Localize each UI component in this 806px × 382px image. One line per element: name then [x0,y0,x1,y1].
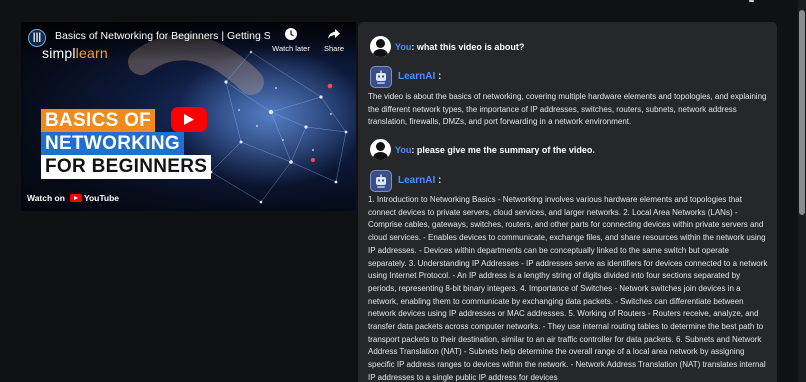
video-title[interactable]: Basics of Networking for Beginners | Get… [55,30,270,42]
user-question: : what this video is about? [411,42,525,52]
bot-name-colon: : [435,71,442,82]
robot-icon [376,174,386,188]
user-question: : please give me the summary of the vide… [411,145,595,155]
share-label: Share [323,44,344,53]
user-name: You [395,145,412,155]
bot-name-label: LearnAI : [398,71,441,82]
clock-icon [285,28,297,40]
share-button[interactable]: Share [319,27,349,53]
bot-avatar-icon [370,66,392,88]
thumbnail-title-line-3: FOR BEGINNERS [41,155,212,179]
watch-on-youtube-link[interactable]: Watch on YouTube [27,191,119,205]
robot-icon [376,70,386,84]
user-avatar-icon [370,36,391,57]
youtube-label: YouTube [83,193,120,203]
watch-later-button[interactable]: Watch later [271,27,311,53]
scrollbar-thumb[interactable] [799,10,805,215]
brand-prefix: simpl [42,45,76,61]
bot-name-label: LearnAI : [398,175,441,186]
bot-answer-1: The video is about the basics of network… [368,92,767,127]
share-arrow-icon [328,29,340,39]
chat-panel: You: what this video is about? LearnAI :… [358,22,777,382]
watch-on-label: Watch on [27,193,65,203]
thumbnail-title-line-2: NETWORKING [41,132,184,156]
brand-suffix: learn [75,45,108,61]
thumbnail-title-line-1: BASICS OF [41,109,156,133]
youtube-logo-icon [69,194,82,202]
bot-answer-2: 1. Introduction to Networking Basics - N… [368,195,768,382]
bot-avatar-icon [370,170,392,192]
bot-name-colon: : [435,175,442,186]
window-control-indicator [749,0,754,2]
bot-name: LearnAI [398,71,436,82]
youtube-play-icon [184,114,194,125]
bot-name: LearnAI [398,175,436,186]
watch-later-label: Watch later [272,44,310,53]
user-name: You [395,42,412,52]
user-message: You: please give me the summary of the v… [395,145,595,155]
youtube-play-button[interactable] [171,107,207,132]
video-player[interactable]: ||| Basics of Networking for Beginners |… [21,22,356,211]
brand-logo: simpllearn [42,45,108,61]
user-avatar-icon [370,139,391,160]
user-message: You: what this video is about? [395,42,524,52]
page-scrollbar[interactable] [798,0,806,382]
